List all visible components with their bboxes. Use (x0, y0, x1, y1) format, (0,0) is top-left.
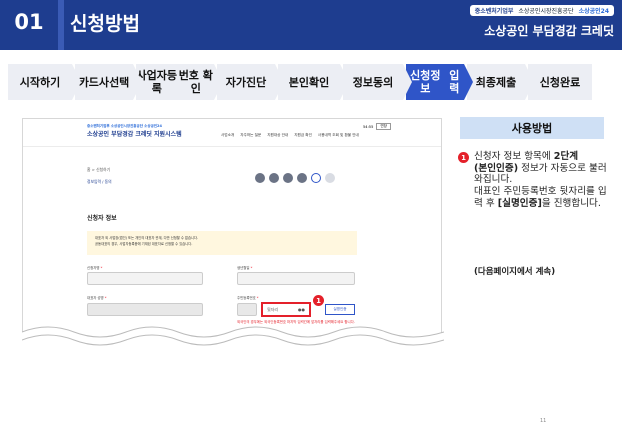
extend-button[interactable]: 연장 (376, 123, 391, 130)
site-nav-item[interactable]: 사용내역 조회 및 환불 안내 (318, 133, 359, 138)
page-title: 정보입력 / 동의 (87, 179, 112, 184)
site-screenshot: 중소벤처기업부 소상공인시장진흥공단 소상공인24 소상공인 부담경감 크레딧 … (22, 118, 442, 344)
rrn-label: 주민등록번호 * (237, 296, 259, 300)
step-6: 정보동의 (343, 64, 412, 100)
step-8: 최종제출 (467, 64, 534, 100)
breadcrumb: 홈 > 신청하기 (87, 167, 111, 172)
page-number: 11 (540, 418, 547, 424)
usage-badge: 1 (458, 152, 469, 163)
progress-dot (269, 173, 279, 183)
brand-ministry: 중소벤처기업부 (474, 8, 514, 15)
progress-dot (255, 173, 265, 183)
verify-button[interactable]: 실명인증 (325, 304, 355, 315)
site-logo-small: 중소벤처기업부 소상공인시장진흥공단 소상공인24 (87, 124, 162, 128)
torn-edge (22, 326, 444, 354)
notice-box: 대표자 외 사업장(법인) 또는 개인의 대표자 관계, 다만 신청할 수 없습… (87, 231, 357, 255)
step-4: 자가진단 (217, 64, 284, 100)
progress-dot (297, 173, 307, 183)
rep-name-field[interactable] (87, 303, 203, 316)
progress-dot (325, 173, 335, 183)
progress-indicator (255, 173, 335, 183)
step-7: 신청정보 입력 (406, 64, 473, 100)
step-3: 사업자등록 번호 확인 (136, 64, 223, 100)
notice-line: 공동대표의 경우, 사업자등록증에 기재된 대표자로 신청할 수 있습니다. (95, 242, 193, 246)
step-badge: 1 (313, 295, 324, 306)
site-logo: 중소벤처기업부 소상공인시장진흥공단 소상공인24 소상공인 부담경감 크레딧 … (87, 124, 182, 138)
step-5: 본인확인 (278, 64, 349, 100)
site-nav-item[interactable]: 자주하는 질문 (240, 133, 261, 138)
eye-icon[interactable]: ●● (298, 307, 305, 312)
section-heading: 신청자 정보 (87, 215, 117, 222)
applicant-name-field[interactable] (87, 272, 203, 285)
birth-date-label: 생년월일 * (237, 266, 253, 270)
section-number: 01 (0, 0, 58, 44)
site-nav-item[interactable]: 지원금 확인 (294, 133, 312, 138)
rrn-back-input[interactable]: 뒷자리 ●● (261, 302, 311, 317)
progress-dot (283, 173, 293, 183)
step-1: 시작하기 (8, 64, 81, 100)
continue-note: (다음페이지에서 계속) (474, 267, 556, 277)
site-nav-item[interactable]: 사업소개 (221, 133, 234, 138)
site-header: 중소벤처기업부 소상공인시장진흥공단 소상공인24 소상공인 부담경감 크레딧 … (23, 119, 441, 147)
process-steps: 시작하기 카드사 선택 사업자등록 번호 확인 자가진단 본인확인 정보동의 신청정보 입력 최종제… (8, 64, 614, 100)
site-nav-item[interactable]: 지원대상 안내 (267, 133, 288, 138)
rep-name-label: 대표자 성명 * (87, 296, 107, 300)
applicant-name-label: 신청자명 * (87, 266, 103, 270)
site-nav: 사업소개 자주하는 질문 지원대상 안내 지원금 확인 사용내역 조회 및 환불 안내 (221, 133, 359, 138)
progress-dot-current (311, 173, 321, 183)
site-logo-title: 소상공인 부담경감 크레딧 지원시스템 (87, 131, 182, 138)
login-timer: 54:55 (363, 124, 374, 129)
brand-service: 소상공인24 (578, 8, 609, 15)
rrn-placeholder: 뒷자리 (267, 306, 279, 312)
section-title: 신청방법 (70, 12, 140, 35)
step-9: 신청완료 (528, 64, 592, 100)
brand-logos: 중소벤처기업부 소상공인시장진흥공단 소상공인24 (469, 5, 614, 16)
usage-title: 사용방법 (460, 117, 604, 139)
birth-date-field[interactable] (237, 272, 355, 285)
brand-agency: 소상공인시장진흥공단 (518, 8, 574, 15)
rrn-front-field[interactable] (237, 303, 257, 316)
header-divider (58, 0, 64, 50)
usage-text: 신청자 정보 항목에 2단계 (본인인증) 정보가 자동으로 불러와집니다. 대… (474, 151, 607, 209)
step-2: 카드사 선택 (75, 64, 142, 100)
product-title: 소상공인 부담경감 크레딧 (484, 24, 614, 38)
site-login: 54:55 연장 (363, 123, 391, 130)
